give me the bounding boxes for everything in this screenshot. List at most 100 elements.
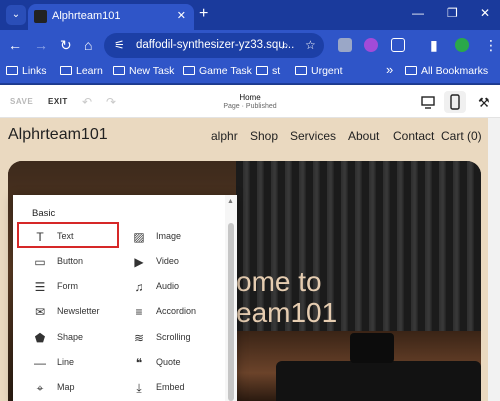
block-image[interactable]: ▨ Image: [131, 227, 229, 247]
back-button[interactable]: ←: [8, 37, 22, 53]
bookmark-folder-links[interactable]: Links: [6, 65, 47, 81]
bookmark-star-icon[interactable]: ☆: [305, 38, 316, 52]
extension-icon[interactable]: [338, 38, 352, 52]
address-bar[interactable]: ⚟ daffodil-synthesizer-yz33.squ... ⌕ ☆: [104, 33, 324, 58]
mobile-icon: [450, 94, 460, 110]
profile-avatar[interactable]: [455, 38, 469, 52]
folder-icon: [60, 66, 72, 75]
bookmark-folder-learn[interactable]: Learn: [60, 65, 103, 81]
block-label: Image: [156, 231, 182, 241]
site-favicon-icon: [34, 10, 47, 23]
tab-search-button[interactable]: ⌄: [6, 5, 26, 25]
forward-button[interactable]: →: [34, 37, 48, 53]
line-icon: —: [34, 356, 46, 370]
mobile-view-button[interactable]: [444, 91, 466, 113]
restore-button[interactable]: ❐: [447, 6, 458, 20]
video-icon: ▶: [134, 255, 144, 269]
desktop-view-button[interactable]: [417, 91, 439, 113]
bookmarks-bar: Links Learn New Task Game Task st Urgent…: [0, 61, 500, 84]
site-logo[interactable]: Alphrteam101: [8, 126, 108, 144]
active-tab[interactable]: Alphrteam101 ✕: [28, 4, 194, 30]
tab-bar: ⌄ Alphrteam101 ✕ + — ❐ ✕: [0, 0, 500, 30]
exit-button[interactable]: EXIT: [48, 97, 68, 106]
url-text[interactable]: daffodil-synthesizer-yz33.squ...: [136, 39, 294, 51]
block-accordion[interactable]: ≡ Accordion: [131, 302, 229, 322]
block-quote[interactable]: ❝ Quote: [131, 353, 229, 373]
panel-scrollbar[interactable]: ▲: [225, 195, 237, 401]
folder-icon: [405, 66, 417, 75]
accordion-icon: ≡: [135, 305, 143, 319]
block-label: Audio: [156, 281, 180, 291]
block-label: Map: [57, 382, 75, 392]
tab-close-icon[interactable]: ✕: [177, 9, 186, 22]
map-pin-icon: ⌖: [36, 381, 44, 395]
panel-scroll-thumb[interactable]: [228, 223, 234, 401]
new-tab-button[interactable]: +: [199, 5, 208, 23]
cart-link[interactable]: Cart (0): [441, 129, 482, 143]
all-bookmarks-folder[interactable]: All Bookmarks: [405, 65, 488, 81]
block-line[interactable]: — Line: [32, 353, 130, 373]
block-embed[interactable]: ⤓ Embed: [131, 378, 229, 398]
block-label: Video: [156, 256, 179, 266]
editor-toolbar: SAVE EXIT ↶ ↷ Home Page · Published ⚒: [0, 85, 500, 118]
block-map[interactable]: ⌖ Map: [32, 378, 130, 398]
nav-link-services[interactable]: Services: [290, 129, 336, 143]
reload-button[interactable]: ↻: [60, 37, 72, 53]
nav-link-contact[interactable]: Contact: [393, 129, 434, 143]
embed-icon: ⤓: [136, 381, 142, 395]
bookmark-folder-st[interactable]: st: [256, 65, 280, 81]
zoom-icon[interactable]: ⌕: [282, 38, 289, 53]
extensions-puzzle-icon[interactable]: [391, 38, 405, 52]
block-label: Embed: [156, 382, 185, 392]
image-icon: ▨: [133, 230, 145, 244]
block-label: Quote: [156, 357, 181, 367]
nav-link-shop[interactable]: Shop: [250, 129, 278, 143]
redo-icon[interactable]: ↷: [106, 95, 116, 109]
bookmark-folder-urgent[interactable]: Urgent: [295, 65, 343, 81]
home-button[interactable]: ⌂: [84, 37, 92, 53]
page-scrollbar[interactable]: [488, 118, 500, 401]
newsletter-icon: ✉: [34, 305, 46, 319]
audio-icon: ♫: [134, 280, 144, 294]
block-newsletter[interactable]: ✉ Newsletter: [32, 302, 130, 322]
block-label: Scrolling: [156, 332, 191, 342]
button-icon: ▭: [34, 255, 46, 269]
bookmarks-overflow-button[interactable]: »: [386, 62, 393, 78]
block-label: Line: [57, 357, 75, 367]
save-button[interactable]: SAVE: [10, 97, 33, 106]
undo-icon[interactable]: ↶: [82, 95, 92, 109]
block-button[interactable]: ▭ Button: [32, 252, 130, 272]
quote-icon: ❝: [135, 356, 143, 370]
bookmark-folder-game-task[interactable]: Game Task: [183, 65, 252, 81]
browser-toolbar: ← → ↻ ⌂ ⚟ daffodil-synthesizer-yz33.squ.…: [0, 30, 500, 61]
block-label: Accordion: [156, 306, 197, 316]
block-scrolling[interactable]: ≋ Scrolling: [131, 328, 229, 348]
block-video[interactable]: ▶ Video: [131, 252, 229, 272]
desktop-icon: [421, 96, 435, 109]
block-shape[interactable]: ⬟ Shape: [32, 328, 130, 348]
sidebar-icon[interactable]: ▮: [430, 37, 438, 53]
page-name: Home: [239, 93, 261, 102]
panel-heading: Basic: [32, 208, 56, 219]
hero-table: [276, 361, 481, 401]
site-info-icon[interactable]: ⚟: [114, 38, 125, 52]
hero-heading[interactable]: ome to eam101: [236, 266, 337, 328]
block-form[interactable]: ☰ Form: [32, 277, 130, 297]
folder-icon: [295, 66, 307, 75]
folder-icon: [113, 66, 125, 75]
block-audio[interactable]: ♫ Audio: [131, 277, 229, 297]
hero-cup: [350, 333, 394, 363]
nav-link-about[interactable]: About: [348, 129, 379, 143]
browser-menu-icon[interactable]: ⋮: [484, 37, 498, 53]
nav-link-alphr[interactable]: alphr: [211, 129, 238, 143]
add-block-panel: Basic T Text ▭ Button ☰ Form ✉ Newslette…: [13, 195, 237, 401]
bookmark-folder-new-task[interactable]: New Task: [113, 65, 174, 81]
site-styles-icon[interactable]: ⚒: [478, 95, 490, 111]
minimize-button[interactable]: —: [412, 6, 424, 20]
close-window-button[interactable]: ✕: [480, 6, 490, 20]
extension-icon[interactable]: [364, 38, 378, 52]
block-label: Form: [57, 281, 78, 291]
scroll-up-icon[interactable]: ▲: [227, 198, 234, 205]
block-label: Newsletter: [57, 306, 100, 316]
tab-title: Alphrteam101: [52, 10, 121, 22]
